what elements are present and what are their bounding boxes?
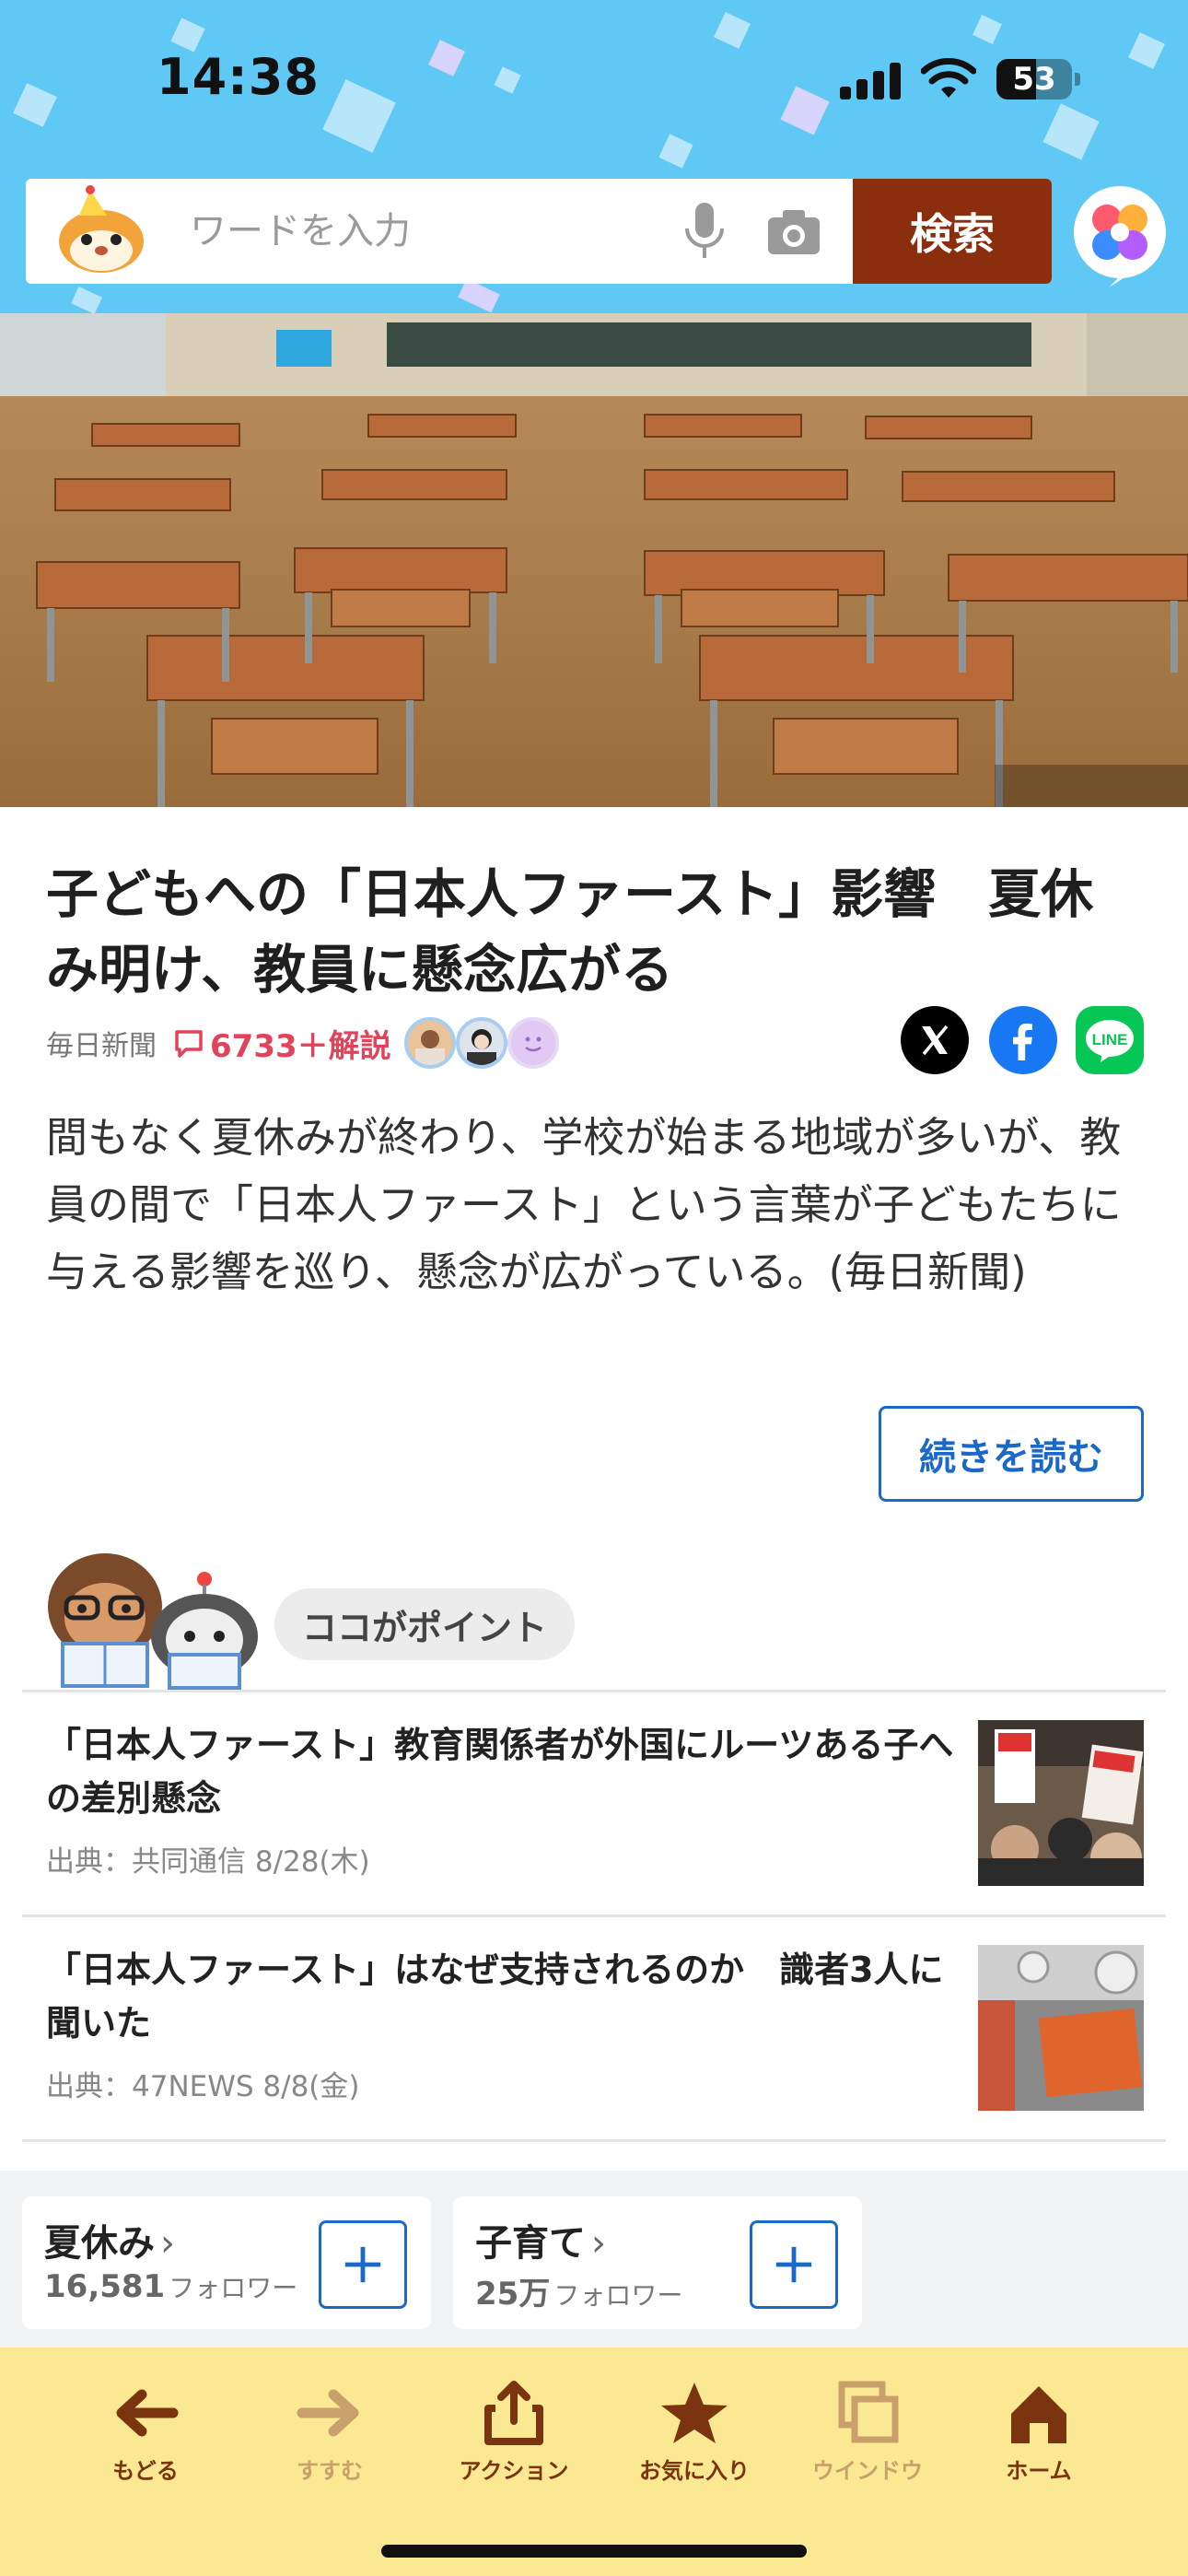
toolbar-label: ウインドウ (812, 2458, 923, 2484)
comment-icon[interactable] (173, 1027, 204, 1059)
article-source: 毎日新聞 (46, 1030, 157, 1062)
svg-text:LINE: LINE (1092, 1031, 1128, 1048)
related-article-item[interactable]: 「日本人ファースト」教育関係者が外国にルーツある子への差別懸念 出典：共同通信 … (22, 1692, 1166, 1914)
wifi-icon (921, 58, 976, 98)
share-facebook-button[interactable] (989, 1006, 1057, 1074)
bottom-toolbar: もどる すすむ アクション お気に入り ウインドウ ホーム (0, 2348, 1188, 2576)
follower-count-value: 16,581 (44, 2268, 166, 2305)
follower-unit: フォロワー (553, 2280, 683, 2311)
confetti (494, 66, 521, 94)
plus-icon (775, 2246, 812, 2283)
follow-topic-name[interactable]: 夏休み › (44, 2213, 175, 2266)
related-article-source: 出典：共同通信 8/28(木) (46, 1845, 370, 1879)
follow-add-button[interactable] (319, 2220, 407, 2309)
share-line-button[interactable]: LINE (1076, 1006, 1144, 1074)
follow-topic-label: 子育て (475, 2222, 586, 2265)
arrow-left-icon (116, 2389, 179, 2437)
toolbar-label: もどる (112, 2458, 179, 2484)
confetti (1128, 32, 1165, 69)
article-headline[interactable]: 子どもへの「日本人ファースト」影響 夏休み明け、教員に懸念広がる (46, 857, 1142, 1008)
related-article-title[interactable]: 「日本人ファースト」はなぜ支持されるのか 識者3人に聞いた (46, 1943, 958, 2050)
battery-icon: 53 (996, 59, 1080, 100)
confetti (1042, 103, 1100, 160)
follower-count-value: 25万 (475, 2276, 551, 2313)
guinea-pig-mascot-icon (59, 185, 144, 273)
confetti (973, 15, 1002, 44)
confetti (658, 134, 693, 169)
follow-topic-name[interactable]: 子育て › (475, 2213, 606, 2266)
toolbar-label: ホーム (1006, 2458, 1072, 2484)
point-label: ココがポイント (274, 1588, 575, 1660)
toolbar-label: すすむ (297, 2458, 363, 2484)
confetti (714, 12, 751, 49)
follow-topic-label: 夏休み (44, 2222, 155, 2265)
divider (22, 2139, 1166, 2142)
facebook-logo-icon (1013, 1023, 1032, 1060)
related-article-title[interactable]: 「日本人ファースト」教育関係者が外国にルーツある子への差別懸念 (46, 1718, 958, 1825)
share-action-icon (484, 2381, 543, 2445)
camera-icon[interactable] (766, 206, 821, 256)
confetti (322, 79, 396, 153)
favorites-button[interactable]: お気に入り (611, 2381, 777, 2500)
home-indicator (381, 2545, 807, 2558)
chevron-right-icon: › (160, 2222, 175, 2265)
plus-icon (344, 2246, 381, 2283)
home-button[interactable]: ホーム (956, 2381, 1122, 2500)
related-article-thumbnail (978, 1945, 1144, 2111)
arrow-right-icon (297, 2389, 359, 2437)
related-article-item[interactable]: 「日本人ファースト」はなぜ支持されるのか 識者3人に聞いた 出典：47NEWS … (22, 1917, 1166, 2138)
search-bar: 検索 (26, 179, 1052, 284)
toolbar-label: お気に入り (639, 2458, 750, 2484)
confetti (458, 278, 500, 313)
article-summary: 間もなく夏休みが終わり、学校が始まる地域が多いが、教員の間で「日本人ファースト」… (46, 1113, 1122, 1296)
home-icon (1011, 2386, 1066, 2443)
follow-card[interactable]: 夏休み › 16,581 フォロワー (22, 2196, 431, 2329)
cellular-signal-icon (840, 61, 904, 100)
microphone-icon[interactable] (681, 201, 728, 262)
follow-card[interactable]: 子育て › 25万 フォロワー (453, 2196, 862, 2329)
related-article-source: 出典：47NEWS 8/8(金) (46, 2070, 360, 2103)
search-input[interactable] (190, 199, 669, 263)
window-button[interactable]: ウインドウ (785, 2381, 950, 2500)
ai-assistant-button[interactable] (1072, 184, 1168, 287)
article-meta: 毎日新聞 6733＋解説 (46, 1015, 599, 1071)
follower-count: 16,581 フォロワー (44, 2268, 297, 2305)
confetti (13, 83, 57, 127)
confetti (780, 86, 830, 135)
line-logo-icon: LINE (1086, 1020, 1134, 1062)
avatar (507, 1017, 559, 1069)
classroom-photo (0, 313, 1188, 807)
forward-button[interactable]: すすむ (247, 2381, 413, 2500)
x-logo-icon (922, 1025, 949, 1056)
action-button[interactable]: アクション (431, 2381, 597, 2500)
battery-level: 53 (1012, 61, 1056, 98)
confetti (428, 40, 465, 76)
follow-add-button[interactable] (750, 2220, 838, 2309)
read-more-button[interactable]: 続きを読む (879, 1406, 1144, 1502)
avatar (403, 1017, 456, 1069)
status-time: 14:38 (157, 48, 320, 106)
star-icon (661, 2383, 728, 2443)
follower-count: 25万 フォロワー (475, 2268, 682, 2313)
comment-count[interactable]: 6733＋解説 (210, 1021, 391, 1066)
avatar (455, 1017, 507, 1069)
commentator-avatars[interactable] (403, 1015, 561, 1071)
window-icon (838, 2381, 899, 2443)
header: 14:38 53 ワードを入力 検索 (0, 0, 1188, 313)
share-x-button[interactable] (901, 1006, 969, 1074)
reading-characters-icon (48, 1553, 258, 1690)
follow-topics: 夏休み › 16,581 フォロワー 子育て › 25万 フォロワー (0, 2171, 1188, 2348)
search-button[interactable]: 検索 (853, 179, 1052, 284)
back-button[interactable]: もどる (63, 2381, 228, 2500)
related-article-thumbnail (978, 1720, 1144, 1886)
follower-unit: フォロワー (169, 2273, 298, 2303)
confetti (71, 287, 102, 313)
chevron-right-icon: › (591, 2222, 606, 2265)
toolbar-label: アクション (459, 2458, 569, 2484)
